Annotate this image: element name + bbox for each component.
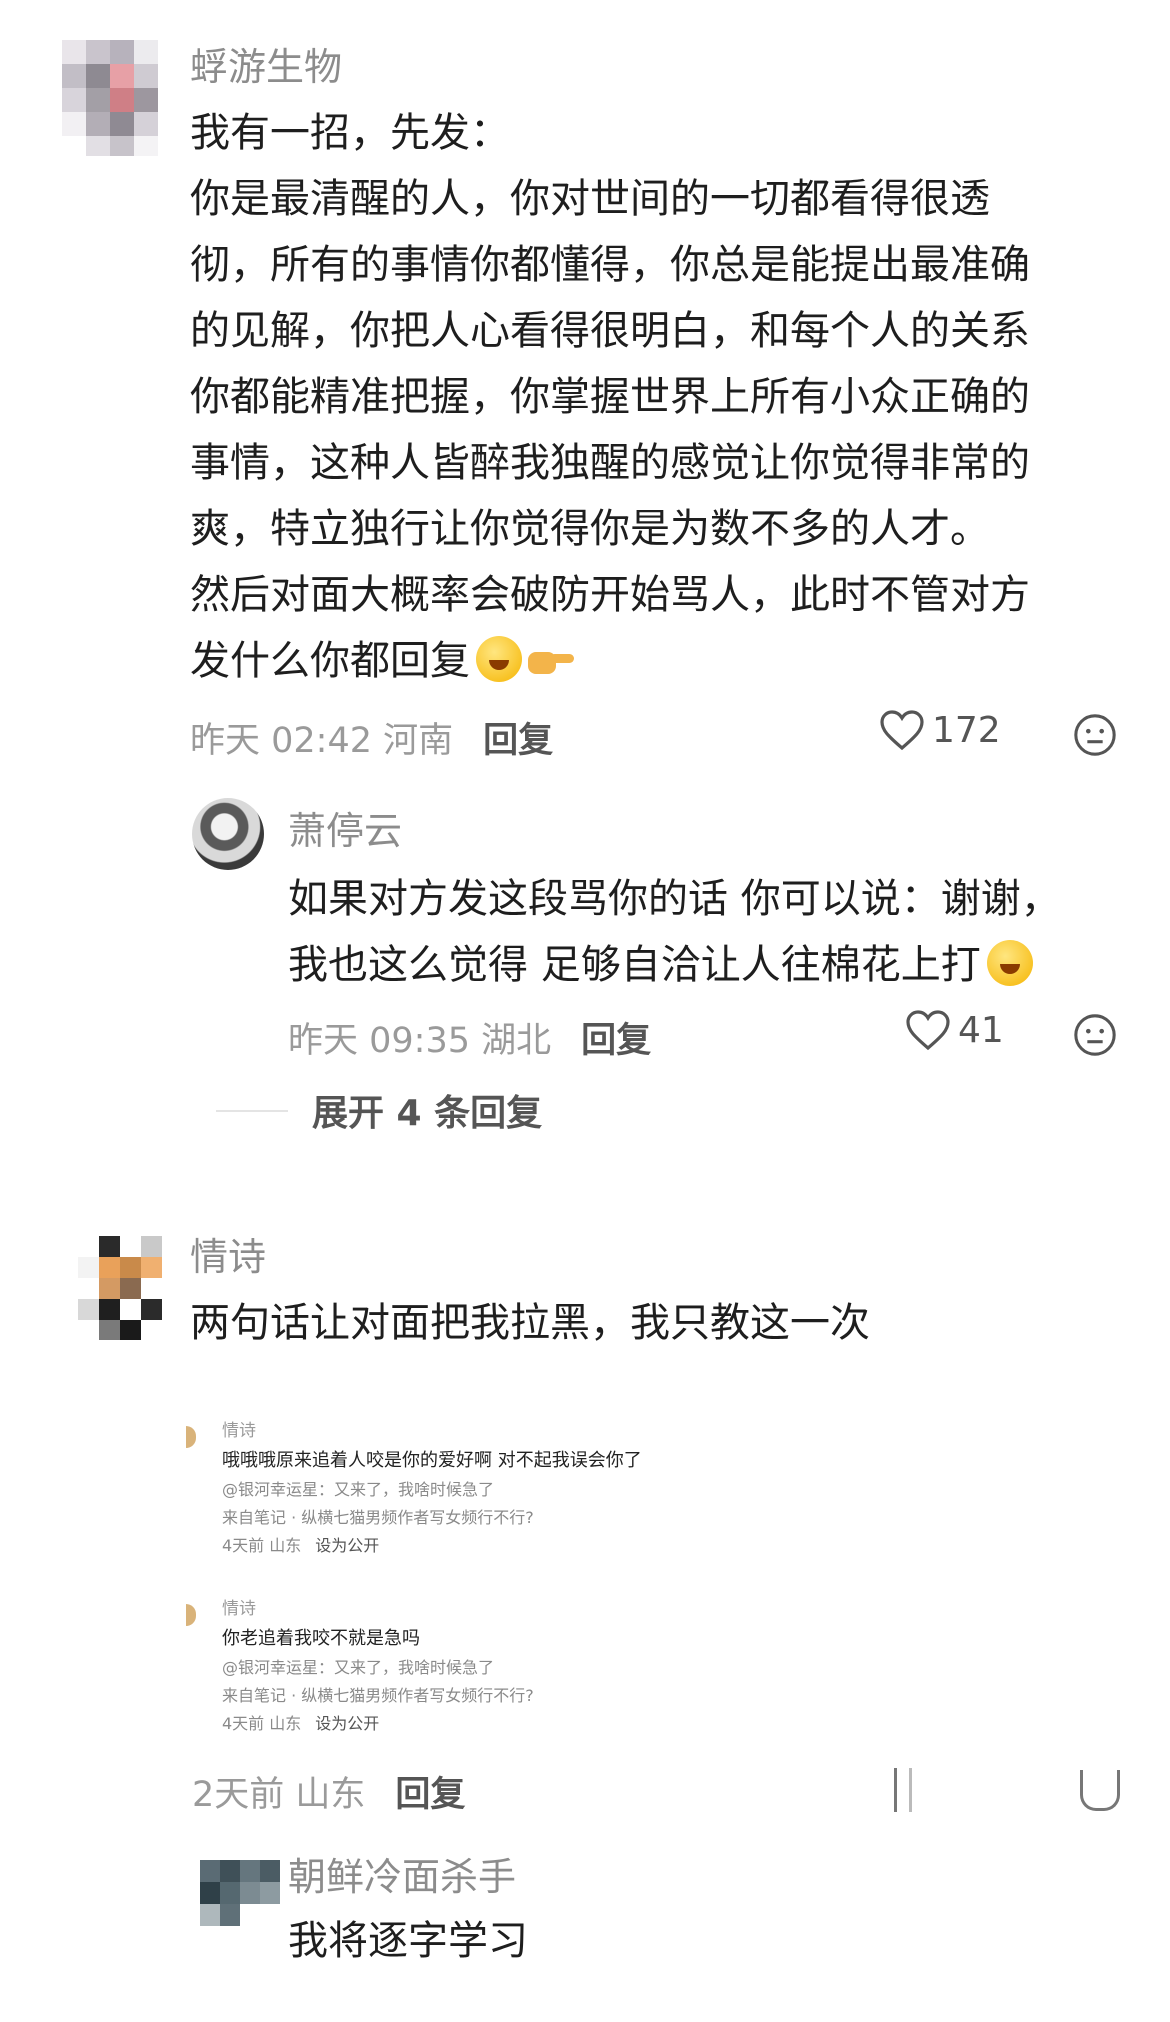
mini-avatar: [186, 1426, 196, 1448]
comment-meta: 昨天 09:35 湖北 回复: [288, 1012, 651, 1063]
embedded-meta: 4天前 山东 设为公开: [222, 1536, 380, 1555]
reply-button[interactable]: 回复: [483, 721, 553, 761]
comment-time-location: 昨天 09:35 湖北: [288, 1021, 552, 1061]
neutral-face-icon: [1074, 1014, 1116, 1056]
dislike-button[interactable]: [1072, 1012, 1118, 1062]
embedded-text: 你老追着我咬不就是急吗: [222, 1628, 420, 1649]
reply-button[interactable]: 回复: [395, 1775, 465, 1815]
dislike-button[interactable]: [1072, 712, 1118, 762]
like-count: 41: [958, 1009, 1004, 1051]
comment-time-location: 昨天 02:42 河南: [190, 721, 454, 761]
comment-line: 然后对面大概率会破防开始骂人，此时不管对方: [190, 572, 1030, 618]
avatar[interactable]: [78, 1236, 162, 1340]
comment-line: 彻，所有的事情你都懂得，你总是能提出最准确: [190, 242, 1030, 288]
embedded-quote: @银河幸运星：又来了，我啥时候急了: [222, 1480, 495, 1499]
heart-icon: [880, 710, 924, 751]
mini-avatar: [186, 1604, 196, 1626]
comment-text: 我将逐字学习: [288, 1918, 528, 1964]
expand-divider: [216, 1110, 288, 1112]
reply-button[interactable]: 回复: [581, 1021, 651, 1061]
like-button[interactable]: [894, 1768, 912, 1812]
comment-line: 爽，特立独行让你觉得你是为数不多的人才。: [190, 506, 990, 552]
comment-line: 我也这么觉得 足够自洽让人往棉花上打: [288, 932, 1128, 998]
comment-line: 你都能精准把握，你掌握世界上所有小众正确的: [190, 374, 1030, 420]
comment-text: 两句话让对面把我拉黑，我只教这一次: [190, 1300, 870, 1346]
comment-line: 发什么你都回复: [190, 628, 1110, 694]
embedded-meta: 4天前 山东 设为公开: [222, 1714, 380, 1733]
rofl-emoji-icon: [986, 940, 1033, 986]
embedded-text: 哦哦哦原来追着人咬是你的爱好啊 对不起我误会你了: [222, 1450, 642, 1471]
avatar[interactable]: [200, 1860, 280, 1926]
pointing-hand-emoji-icon: [528, 646, 574, 676]
comment-text: 我有一招，先发： 你是最清醒的人，你对世间的一切都看得很透 彻，所有的事情你都懂…: [190, 100, 1110, 694]
comment-time-location: 2天前 山东: [192, 1775, 366, 1815]
expand-replies-button[interactable]: 展开 4 条回复: [312, 1084, 542, 1136]
comment-username[interactable]: 情诗: [190, 1226, 266, 1281]
embedded-screenshot: 情诗 哦哦哦原来追着人咬是你的爱好啊 对不起我误会你了 @银河幸运星：又来了，我…: [186, 1414, 746, 1564]
embedded-source: 来自笔记 · 纵横七猫男频作者写女频行不行?: [222, 1686, 534, 1705]
neutral-face-icon: [1074, 714, 1116, 756]
heart-icon: [906, 1010, 950, 1051]
rofl-emoji-icon: [476, 636, 522, 682]
embedded-username: 情诗: [222, 1599, 256, 1619]
comment-line: 的见解，你把人心看得很明白，和每个人的关系: [190, 308, 1030, 354]
embedded-username: 情诗: [222, 1421, 256, 1441]
comment-username[interactable]: 朝鲜冷面杀手: [288, 1846, 516, 1901]
embedded-source: 来自笔记 · 纵横七猫男频作者写女频行不行?: [222, 1508, 534, 1527]
comment-line: 事情，这种人皆醉我独醒的感觉让你觉得非常的: [190, 440, 1030, 486]
embedded-screenshot: 情诗 你老追着我咬不就是急吗 @银河幸运星：又来了，我啥时候急了 来自笔记 · …: [186, 1592, 746, 1742]
comment-username[interactable]: 萧停云: [288, 800, 402, 855]
comment-line: 如果对方发这段骂你的话 你可以说：谢谢，: [288, 876, 1061, 922]
like-count: 172: [932, 709, 1001, 751]
avatar[interactable]: [192, 798, 264, 870]
dislike-button[interactable]: [1080, 1770, 1120, 1811]
like-button[interactable]: 172: [878, 708, 1001, 752]
embedded-quote: @银河幸运星：又来了，我啥时候急了: [222, 1658, 495, 1677]
comment-text: 如果对方发这段骂你的话 你可以说：谢谢， 我也这么觉得 足够自洽让人往棉花上打: [288, 866, 1128, 998]
comment-line: 我有一招，先发：: [190, 110, 510, 156]
comment-meta: 昨天 02:42 河南 回复: [190, 712, 553, 763]
comment-meta: 2天前 山东 回复: [192, 1766, 465, 1817]
avatar[interactable]: [62, 40, 158, 156]
comment-username[interactable]: 蜉游生物: [190, 36, 342, 91]
comment-line: 你是最清醒的人，你对世间的一切都看得很透: [190, 176, 990, 222]
like-button[interactable]: 41: [904, 1008, 1004, 1052]
